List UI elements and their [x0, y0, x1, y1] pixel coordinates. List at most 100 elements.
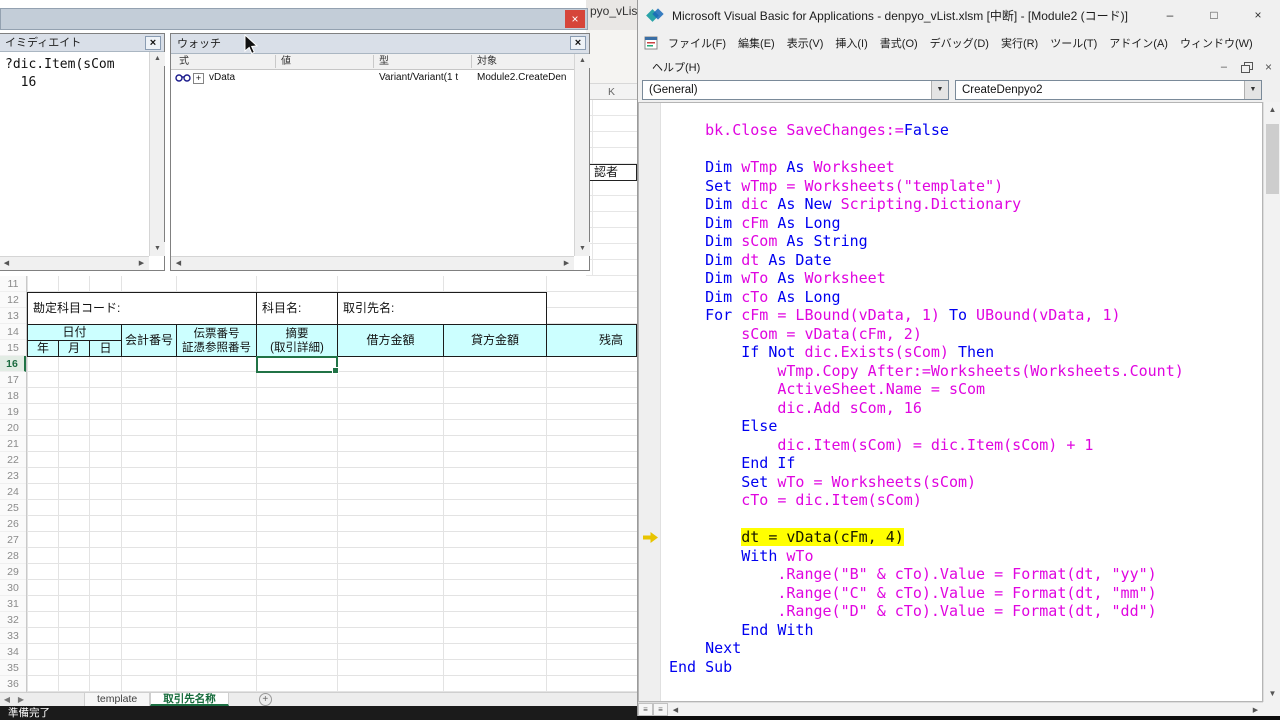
row-header-19[interactable]: 19 — [0, 404, 26, 420]
child-minimize-button[interactable]: – — [1221, 61, 1227, 73]
scroll-left-icon[interactable]: ◀ — [0, 257, 14, 271]
row-header-21[interactable]: 21 — [0, 436, 26, 452]
row-header-25[interactable]: 25 — [0, 500, 26, 516]
code-line[interactable]: Dim cTo As Long — [669, 288, 1262, 307]
scroll-left-icon[interactable]: ◀ — [668, 706, 683, 714]
row-header-33[interactable]: 33 — [0, 628, 26, 644]
row-header-35[interactable]: 35 — [0, 660, 26, 676]
header-credit[interactable]: 貸方金額 — [443, 324, 547, 357]
immediate-window[interactable]: イミディエイト × ?dic.Item(sCom 16 ▲ ▼ ◀ ▶ — [0, 33, 165, 271]
menu-アドイン(A)[interactable]: アドイン(A) — [1103, 32, 1174, 54]
code-line[interactable]: ActiveSheet.Name = sCom — [669, 380, 1262, 399]
procedure-view-button[interactable]: ≡ — [638, 703, 653, 716]
menu-編集(E)[interactable]: 編集(E) — [732, 32, 781, 54]
customer-name-label-cell[interactable]: 取引先名: — [337, 292, 547, 325]
header-year[interactable]: 年 — [27, 340, 59, 357]
menu-表示(V)[interactable]: 表示(V) — [781, 32, 830, 54]
minimize-button[interactable]: – — [1148, 0, 1192, 30]
code-text[interactable]: bk.Close SaveChanges:=False Dim wTmp As … — [661, 103, 1262, 701]
row-header-17[interactable]: 17 — [0, 372, 26, 388]
code-line[interactable]: Else — [669, 417, 1262, 436]
column-separator[interactable] — [275, 55, 276, 68]
module-view-button[interactable]: ≡ — [653, 703, 668, 716]
horizontal-scrollbar[interactable]: ◀ ▶ — [171, 256, 574, 270]
subject-name-label-cell[interactable]: 科目名: — [256, 292, 338, 325]
child-restore-button[interactable] — [1241, 62, 1251, 72]
menu-デバッグ(D)[interactable]: デバッグ(D) — [924, 32, 995, 54]
row-header-34[interactable]: 34 — [0, 644, 26, 660]
code-line[interactable]: dic.Item(sCom) = dic.Item(sCom) + 1 — [669, 436, 1262, 455]
code-line[interactable]: sCom = vData(cFm, 2) — [669, 325, 1262, 344]
watch-col-値[interactable]: 値 — [281, 54, 291, 70]
row-header-32[interactable]: 32 — [0, 612, 26, 628]
menu-bar[interactable]: ファイル(F)編集(E)表示(V)挿入(I)書式(O)デバッグ(D)実行(R)ツ… — [638, 30, 1280, 56]
code-line[interactable]: Dim cFm As Long — [669, 214, 1262, 233]
expand-icon[interactable]: + — [193, 73, 204, 84]
menu-bar-row2[interactable]: ヘルプ(H) – × — [638, 56, 1280, 78]
immediate-content[interactable]: ?dic.Item(sCom 16 — [0, 52, 149, 256]
row-header-18[interactable]: 18 — [0, 388, 26, 404]
code-line[interactable]: Set wTmp = Worksheets("template") — [669, 177, 1262, 196]
row-header-15[interactable]: 15 — [0, 340, 26, 356]
row-header-20[interactable]: 20 — [0, 420, 26, 436]
menu-実行(R)[interactable]: 実行(R) — [995, 32, 1044, 54]
menu-ツール(T)[interactable]: ツール(T) — [1044, 32, 1103, 54]
scroll-down-icon[interactable]: ▼ — [1264, 686, 1280, 702]
watch-row[interactable]: + vData Variant/Variant(1 t Module2.Crea… — [171, 70, 574, 86]
row-header-31[interactable]: 31 — [0, 596, 26, 612]
header-date[interactable]: 日付 — [27, 324, 122, 341]
scroll-right-icon[interactable]: ▶ — [559, 257, 574, 271]
close-icon[interactable]: × — [570, 36, 586, 50]
column-separator[interactable] — [471, 55, 472, 68]
row-header-28[interactable]: 28 — [0, 548, 26, 564]
code-line[interactable]: dic.Add sCom, 16 — [669, 399, 1262, 418]
row-header-29[interactable]: 29 — [0, 564, 26, 580]
close-button[interactable]: × — [1236, 0, 1280, 30]
watch-titlebar[interactable]: ウォッチ × — [171, 34, 589, 54]
object-dropdown[interactable]: (General) ▼ — [642, 80, 949, 100]
code-line[interactable]: End If — [669, 454, 1262, 473]
sheet-tab-取引先名称[interactable]: 取引先名称 — [150, 693, 229, 706]
row-header-36[interactable]: 36 — [0, 676, 26, 692]
code-line[interactable]: Next — [669, 639, 1262, 658]
scroll-left-icon[interactable]: ◀ — [171, 257, 186, 271]
spreadsheet-grid[interactable]: 1112131415161718192021222324252627282930… — [0, 276, 637, 692]
account-code-label-cell[interactable]: 勘定科目コード: — [27, 292, 258, 325]
background-window-titlebar[interactable]: × — [0, 8, 588, 30]
watch-col-式[interactable]: 式 — [179, 54, 189, 70]
excel-column-header-k[interactable]: K — [586, 84, 637, 100]
menu-ウィンドウ(W)[interactable]: ウィンドウ(W) — [1174, 32, 1259, 54]
code-line[interactable]: .Range("D" & cTo).Value = Format(dt, "dd… — [669, 602, 1262, 621]
scroll-up-icon[interactable]: ▲ — [575, 54, 590, 68]
vba-titlebar[interactable]: Microsoft Visual Basic for Applications … — [638, 0, 1280, 30]
code-editor[interactable]: bk.Close SaveChanges:=False Dim wTmp As … — [638, 102, 1263, 702]
procedure-dropdown[interactable]: CreateDenpyo2 ▼ — [955, 80, 1262, 100]
code-line[interactable] — [669, 140, 1262, 159]
code-line[interactable]: Dim sCom As String — [669, 232, 1262, 251]
code-line[interactable]: .Range("C" & cTo).Value = Format(dt, "mm… — [669, 584, 1262, 603]
row-header-11[interactable]: 11 — [0, 276, 26, 292]
chevron-down-icon[interactable]: ▼ — [931, 81, 948, 99]
code-line[interactable]: Dim wTmp As Worksheet — [669, 158, 1262, 177]
tab-scroll-right-icon[interactable]: ▶ — [14, 693, 28, 706]
watch-col-対象[interactable]: 対象 — [477, 54, 497, 70]
breakpoint-margin[interactable] — [639, 103, 661, 701]
row-header-22[interactable]: 22 — [0, 452, 26, 468]
code-line[interactable]: If Not dic.Exists(sCom) Then — [669, 343, 1262, 362]
close-button[interactable]: × — [565, 10, 585, 28]
horizontal-scrollbar[interactable]: ◀ ▶ — [0, 256, 149, 270]
row-header-gutter[interactable]: 1112131415161718192021222324252627282930… — [0, 276, 27, 692]
add-sheet-button[interactable]: + — [259, 693, 272, 706]
header-balance[interactable]: 残高 — [546, 324, 637, 357]
vertical-scrollbar[interactable]: ▲ ▼ — [1263, 102, 1280, 702]
code-line[interactable]: dt = vData(cFm, 4) — [669, 528, 1262, 547]
row-header-24[interactable]: 24 — [0, 484, 26, 500]
code-line[interactable]: For cFm = LBound(vData, 1) To UBound(vDa… — [669, 306, 1262, 325]
child-close-button[interactable]: × — [1265, 60, 1272, 74]
maximize-button[interactable]: □ — [1192, 0, 1236, 30]
code-line[interactable]: Dim dt As Date — [669, 251, 1262, 270]
excel-cell-fragment[interactable]: 認者 — [588, 164, 637, 181]
sheet-tab-template[interactable]: template — [84, 693, 150, 706]
row-header-14[interactable]: 14 — [0, 324, 26, 340]
tab-scroll-left-icon[interactable]: ◀ — [0, 693, 14, 706]
